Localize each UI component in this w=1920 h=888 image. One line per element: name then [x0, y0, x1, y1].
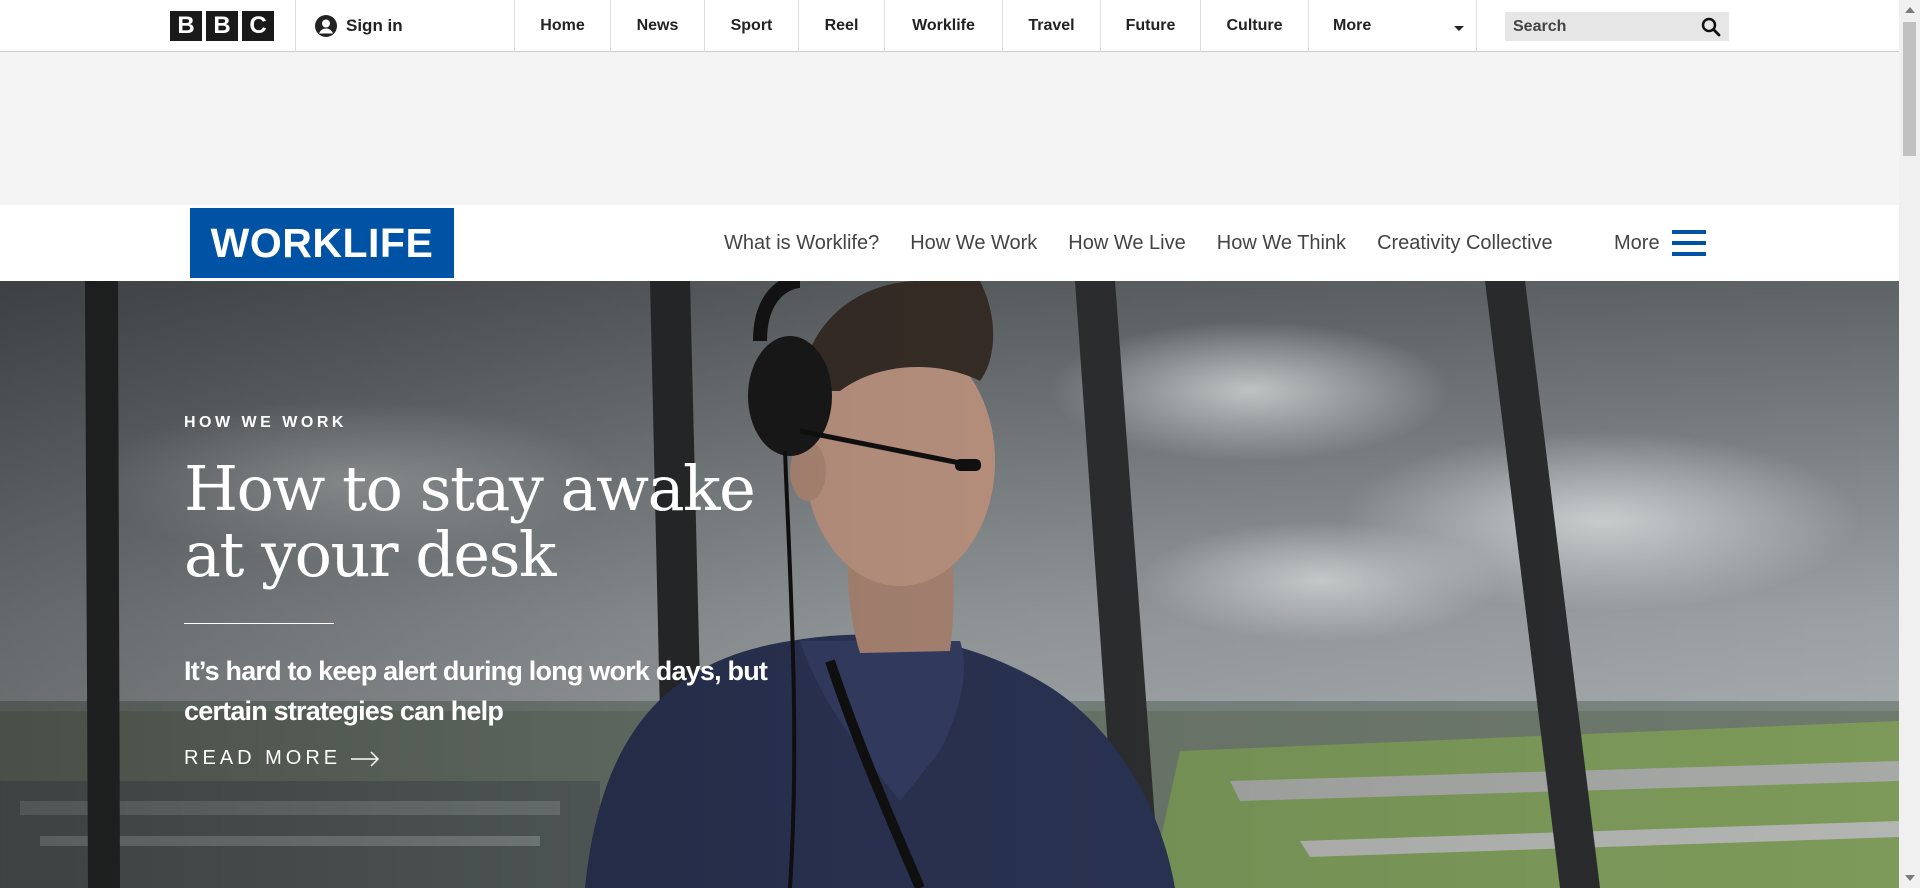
nav-item-culture[interactable]: Culture: [1200, 0, 1308, 52]
user-icon: [315, 15, 337, 37]
nav-item-news[interactable]: News: [610, 0, 704, 52]
nav-item-home[interactable]: Home: [514, 0, 610, 52]
section-link-how-we-think[interactable]: How We Think: [1217, 232, 1346, 255]
worklife-more-menu-button[interactable]: More: [1614, 205, 1706, 281]
nav-item-reel[interactable]: Reel: [798, 0, 884, 52]
hamburger-icon: [1671, 230, 1706, 256]
section-link-how-we-live[interactable]: How We Live: [1068, 232, 1185, 255]
nav-item-sport[interactable]: Sport: [704, 0, 798, 52]
read-more-label: READ MORE: [184, 747, 342, 769]
nav-item-worklife[interactable]: Worklife: [884, 0, 1002, 52]
bbc-logo-letter: C: [242, 11, 274, 41]
search-icon[interactable]: [1701, 17, 1721, 37]
hero-subhead: It’s hard to keep alert during long work…: [184, 656, 768, 726]
bbc-main-nav: Home News Sport Reel Worklife Travel Fut…: [514, 0, 1477, 52]
hero-feature[interactable]: HOW WE WORK How to stay awake at your de…: [0, 281, 1899, 888]
hero-kicker[interactable]: HOW WE WORK: [184, 414, 347, 432]
scroll-up-arrow-icon[interactable]: [1905, 7, 1915, 13]
sign-in-link[interactable]: Sign in: [314, 14, 403, 38]
nav-more-label: More: [1333, 17, 1372, 34]
page-scrollbar[interactable]: [1899, 0, 1920, 888]
nav-more-dropdown[interactable]: More: [1308, 0, 1477, 52]
nav-item-future[interactable]: Future: [1100, 0, 1200, 52]
nav-item-travel[interactable]: Travel: [1002, 0, 1100, 52]
arrow-right-icon: [351, 750, 380, 767]
hero-divider: [184, 623, 334, 624]
worklife-nav-bar: WORKLIFE What is Worklife? How We Work H…: [0, 205, 1899, 281]
bbc-logo-letter: B: [170, 11, 202, 41]
section-link-what-is-worklife[interactable]: What is Worklife?: [724, 232, 879, 255]
read-more-link[interactable]: READ MORE: [184, 747, 381, 770]
sign-in-label: Sign in: [346, 16, 403, 35]
bbc-logo-letter: B: [206, 11, 238, 41]
search-input[interactable]: Search: [1505, 12, 1729, 41]
chevron-down-icon: [1454, 25, 1464, 31]
search-placeholder: Search: [1513, 17, 1567, 35]
bbc-logo[interactable]: B B C: [170, 11, 274, 41]
scroll-down-arrow-icon[interactable]: [1905, 875, 1915, 881]
worklife-section-nav: What is Worklife? How We Work How We Liv…: [724, 205, 1553, 281]
hero-headline[interactable]: How to stay awake at your desk: [184, 456, 764, 588]
section-link-how-we-work[interactable]: How We Work: [910, 232, 1037, 255]
divider: [295, 0, 296, 52]
section-link-creativity-collective[interactable]: Creativity Collective: [1377, 232, 1553, 255]
worklife-logo[interactable]: WORKLIFE: [190, 208, 454, 278]
bbc-top-bar: B B C Sign in Home News Sport Reel Workl…: [0, 0, 1899, 52]
worklife-more-label: More: [1614, 231, 1660, 254]
scrollbar-thumb[interactable]: [1903, 22, 1916, 156]
